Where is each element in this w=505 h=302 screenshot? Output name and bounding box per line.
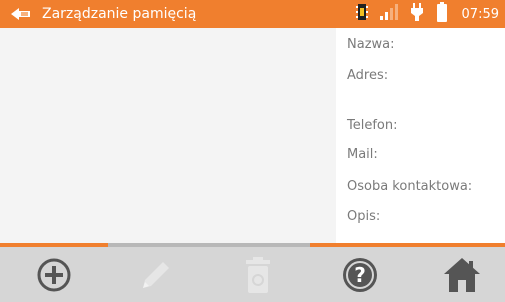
signal-bars-icon [379, 4, 398, 24]
help-icon: ? [343, 257, 377, 292]
edit-button[interactable] [128, 247, 184, 302]
bottom-toolbar: ? [0, 247, 505, 302]
home-button[interactable] [434, 247, 490, 302]
name-label: Nazwa: [347, 37, 395, 52]
mail-label: Mail: [347, 147, 378, 162]
description-label: Opis: [347, 209, 381, 224]
entry-list[interactable] [0, 28, 336, 243]
power-plug-icon [410, 3, 424, 25]
title-bar: Zarządzanie pamięcią 07:59 [0, 0, 505, 28]
trash-icon [246, 256, 270, 293]
contact-person-label: Osoba kontaktowa: [347, 179, 473, 194]
battery-icon [436, 2, 448, 26]
add-button[interactable] [26, 247, 82, 302]
help-button[interactable]: ? [332, 247, 388, 302]
add-circle-icon [37, 258, 71, 291]
status-area: 07:59 [355, 0, 499, 28]
content-area: Nazwa: Adres: Telefon: Mail: Osoba konta… [0, 28, 505, 243]
back-arrow-icon[interactable] [10, 6, 32, 22]
page-title: Zarządzanie pamięcią [42, 6, 197, 22]
clock: 07:59 [461, 6, 499, 22]
svg-text:?: ? [354, 263, 366, 287]
memory-chip-icon [355, 3, 368, 25]
address-label: Adres: [347, 68, 389, 83]
pencil-icon [143, 261, 169, 288]
phone-label: Telefon: [347, 118, 398, 133]
delete-button[interactable] [230, 247, 286, 302]
home-icon [444, 257, 480, 292]
